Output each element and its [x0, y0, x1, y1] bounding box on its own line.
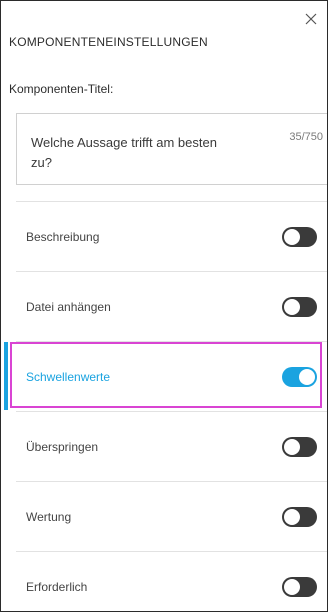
- component-settings-panel: KOMPONENTENEINSTELLUNGEN Komponenten-Tit…: [0, 0, 328, 612]
- close-icon: [305, 13, 317, 25]
- setting-label: Erforderlich: [26, 580, 88, 594]
- title-field-label: Komponenten-Titel:: [9, 82, 114, 96]
- panel-title: KOMPONENTENEINSTELLUNGEN: [9, 35, 208, 49]
- character-counter: 35/750: [289, 131, 323, 143]
- active-indicator: [4, 342, 8, 410]
- setting-label: Datei anhängen: [26, 300, 111, 314]
- setting-row-schwellenwerte[interactable]: Schwellenwerte: [4, 342, 327, 412]
- close-button[interactable]: [301, 9, 321, 29]
- datei-anhaengen-toggle[interactable]: [282, 297, 317, 317]
- beschreibung-toggle[interactable]: [282, 227, 317, 247]
- setting-row-ueberspringen[interactable]: Überspringen: [16, 412, 327, 482]
- wertung-toggle[interactable]: [282, 507, 317, 527]
- setting-label: Schwellenwerte: [26, 370, 111, 384]
- settings-list: Beschreibung Datei anhängen Schwellenwer…: [4, 201, 327, 611]
- schwellenwerte-toggle[interactable]: [282, 367, 317, 387]
- erforderlich-toggle[interactable]: [282, 577, 317, 597]
- setting-row-wertung[interactable]: Wertung: [16, 482, 327, 552]
- ueberspringen-toggle[interactable]: [282, 437, 317, 457]
- setting-label: Überspringen: [26, 440, 99, 454]
- setting-label: Beschreibung: [26, 230, 100, 244]
- title-input[interactable]: Welche Aussage trifft am besten zu? 35/7…: [16, 113, 327, 185]
- title-input-value: Welche Aussage trifft am besten zu?: [31, 135, 217, 170]
- setting-label: Wertung: [26, 510, 72, 524]
- setting-row-erforderlich[interactable]: Erforderlich: [16, 552, 327, 611]
- setting-row-datei-anhaengen[interactable]: Datei anhängen: [16, 272, 327, 342]
- setting-row-beschreibung[interactable]: Beschreibung: [16, 202, 327, 272]
